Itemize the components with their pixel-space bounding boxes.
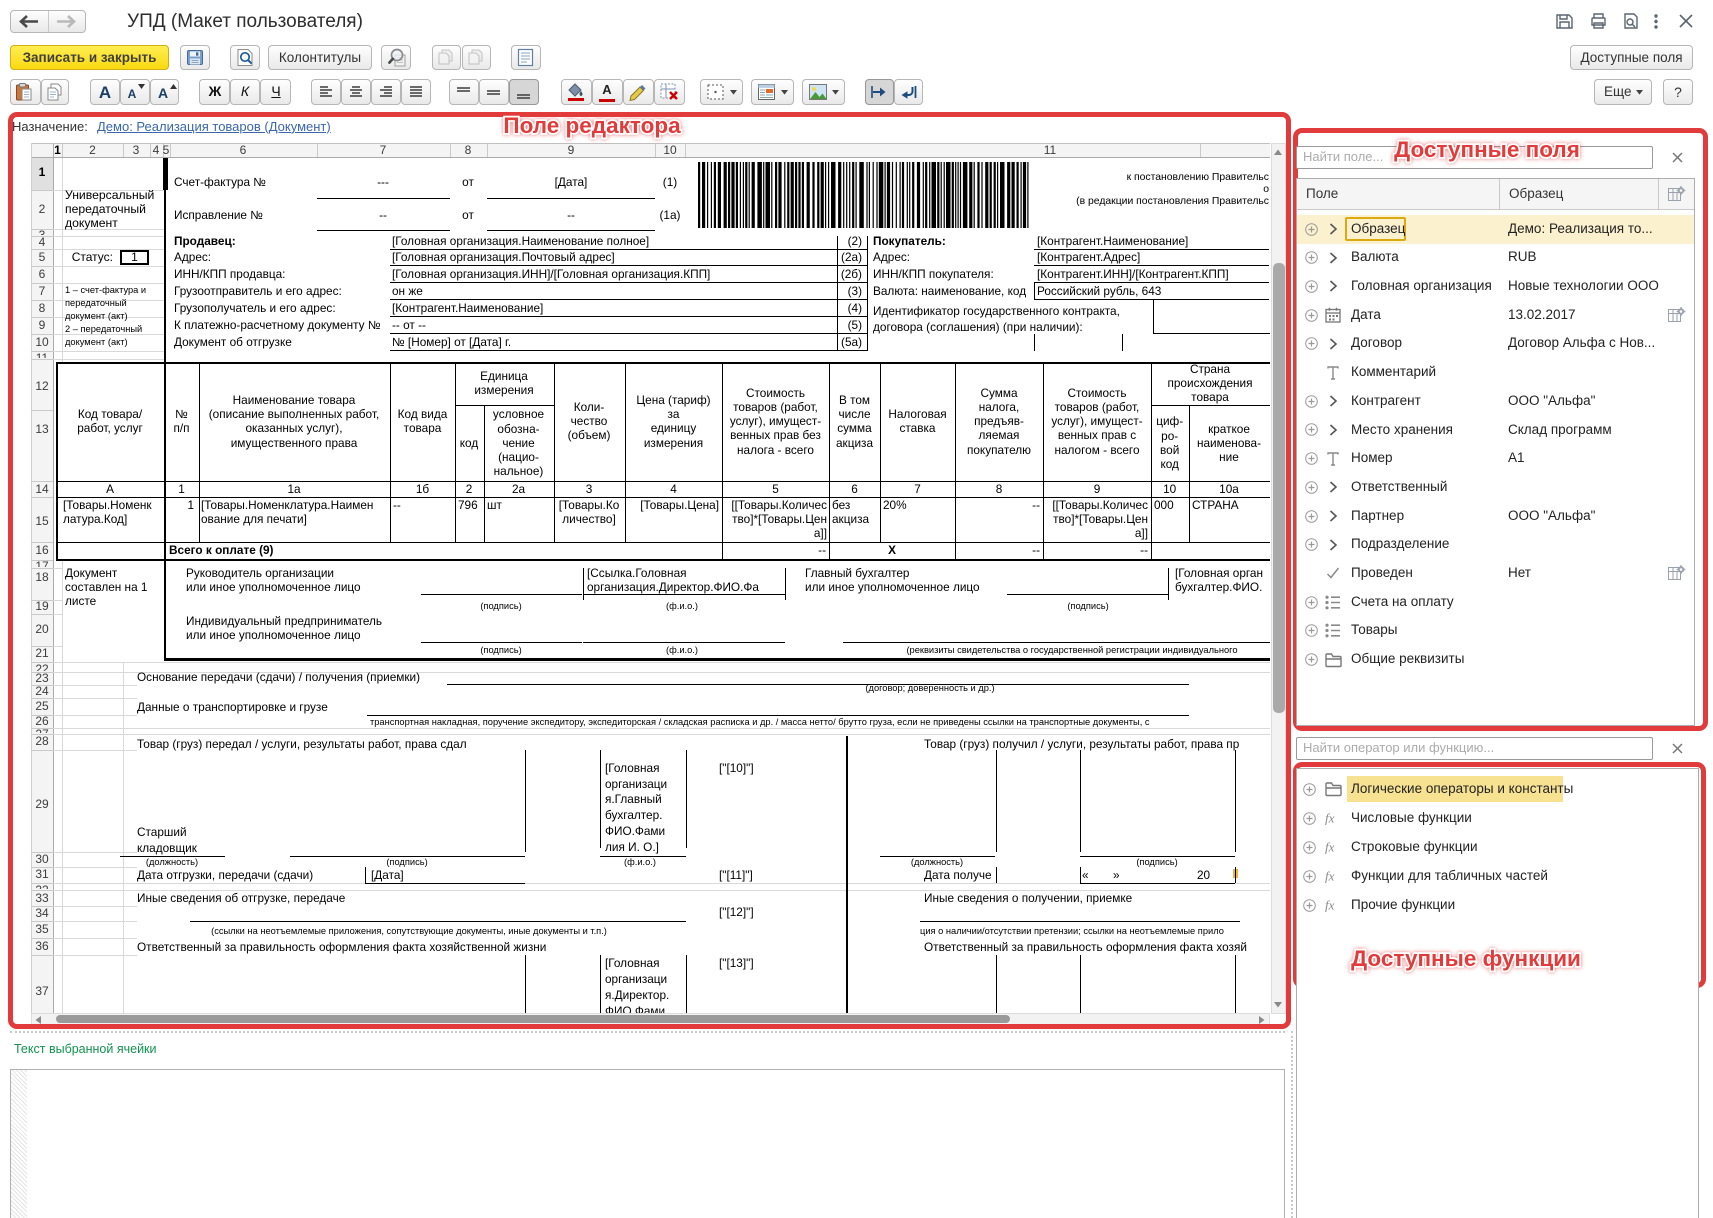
svg-text:fx: fx xyxy=(1325,811,1335,826)
svg-text:Поле редактора: Поле редактора xyxy=(503,113,681,138)
svg-text:fx: fx xyxy=(1325,898,1335,913)
svg-text:fx: fx xyxy=(1325,869,1335,884)
svg-text:Доступные поля: Доступные поля xyxy=(1394,137,1580,162)
svg-text:Доступные функции: Доступные функции xyxy=(1351,946,1581,971)
svg-text:fx: fx xyxy=(1325,840,1335,855)
